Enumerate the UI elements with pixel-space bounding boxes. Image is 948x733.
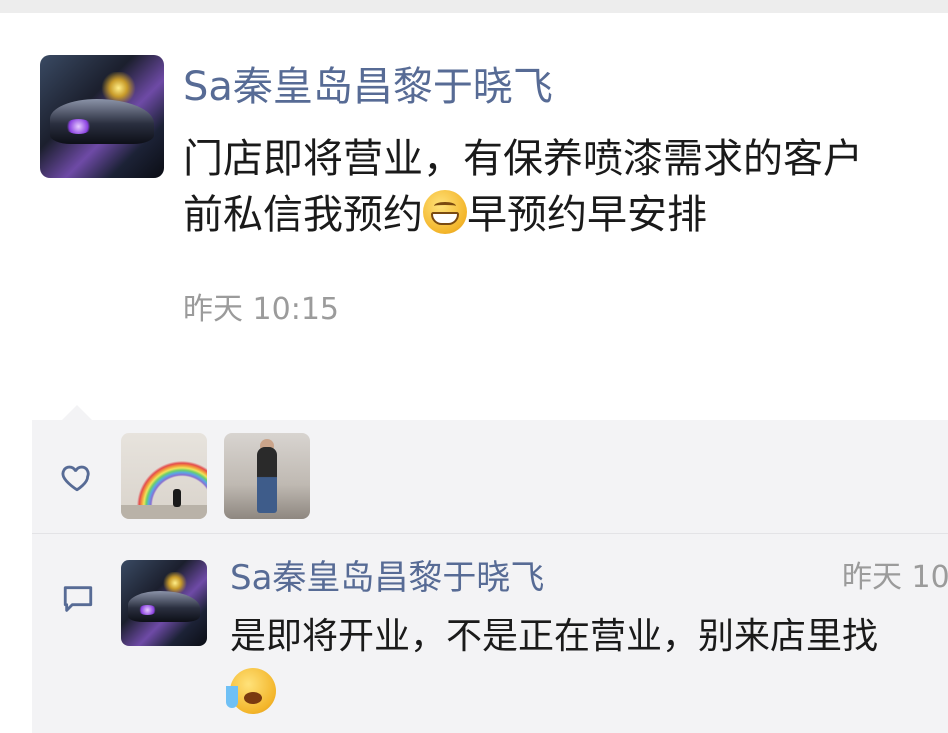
like-avatar-person[interactable] [224,433,310,519]
comment-timestamp: 昨天 10 [842,560,948,595]
heart-icon [61,465,90,492]
panel-divider [32,533,948,534]
top-edge-bar [0,0,948,13]
grinning-face-emoji-icon [423,190,467,234]
avatar-car [49,99,155,144]
loudly-crying-face-emoji-icon [226,668,276,714]
commenter-avatar[interactable] [121,560,207,646]
author-avatar[interactable] [40,55,164,178]
post-author-name[interactable]: Sa秦皇岛昌黎于晓飞 [183,62,553,112]
post-text-line1: 门店即将营业，有保养喷漆需求的客户 [183,136,863,182]
ground-graphic [121,505,207,519]
comment-text-line: 是即将开业，不是正在营业，别来店里找 [230,616,879,657]
comment-author-name[interactable]: Sa秦皇岛昌黎于晓飞 [230,558,544,598]
panel-caret [62,405,92,420]
post-text: 门店即将营业，有保养喷漆需求的客户 前私信我预约 早预约早安排 [183,131,948,243]
avatar-car-headlight [64,118,93,134]
comment-icon [63,586,93,612]
person-figure [257,447,277,513]
like-avatar-rainbow[interactable] [121,433,207,519]
post-text-line2-end: 早预约早安排 [467,192,707,238]
person-silhouette [173,489,181,507]
comment-text[interactable]: 是即将开业，不是正在营业，别来店里找 [226,612,948,722]
avatar-car-headlight [138,604,158,616]
post-timestamp: 昨天 10:15 [183,292,339,327]
post-text-line2-start: 前私信我预约 [183,192,423,238]
